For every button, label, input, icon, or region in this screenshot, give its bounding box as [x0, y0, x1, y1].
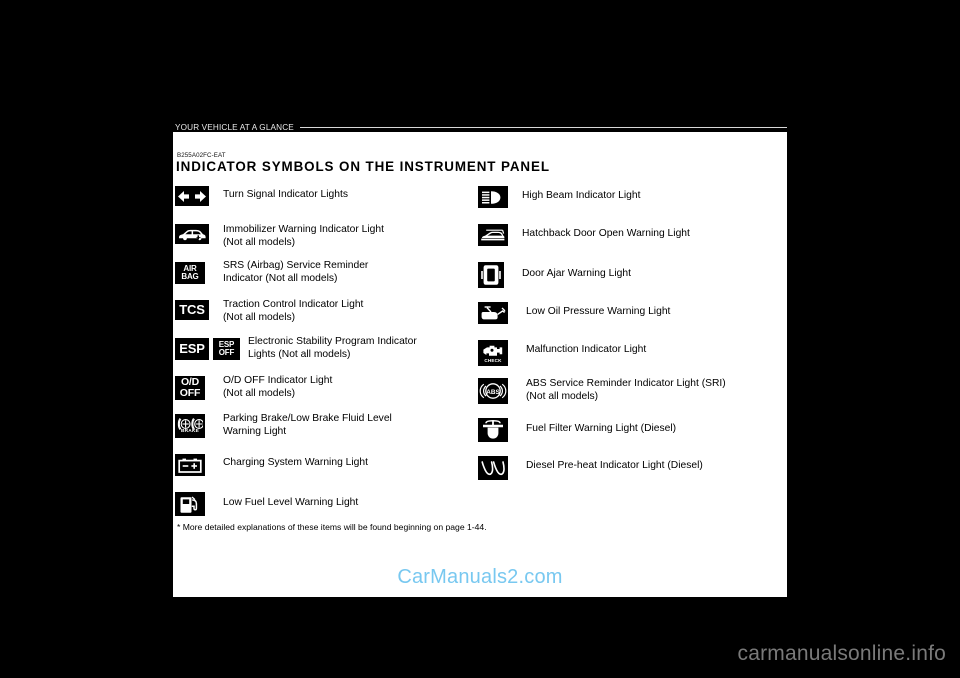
list-item: Door Ajar Warning Light — [478, 262, 631, 288]
list-item-label: High Beam Indicator Light — [522, 190, 641, 201]
list-item: High Beam Indicator Light — [478, 186, 640, 208]
icon-group — [478, 302, 508, 324]
esp-text-icon: ESP — [175, 338, 209, 360]
running-header-rule — [299, 127, 787, 128]
high-beam-icon — [478, 186, 508, 208]
abs-icon: ABS — [478, 378, 508, 404]
list-item: Immobilizer Warning Indicator Light (Not… — [175, 224, 384, 249]
section-code: B255A02FC-EAT — [177, 152, 226, 159]
list-item-label: O/D OFF Indicator Light (Not all models) — [223, 375, 333, 399]
list-item-label: ABS Service Reminder Indicator Light (SR… — [526, 378, 726, 402]
list-item-label: Low Fuel Level Warning Light — [223, 497, 359, 508]
icon-group — [175, 492, 205, 516]
watermark-carmanualsonline: carmanualsonline.info — [737, 642, 946, 665]
fuel-pump-icon — [175, 492, 205, 516]
list-item-label: Malfunction Indicator Light — [526, 344, 647, 355]
turn-signal-arrows-icon — [175, 186, 209, 206]
list-item: Diesel Pre-heat Indicator Light (Diesel) — [478, 456, 703, 480]
esp-off-line-2: OFF — [218, 348, 235, 357]
list-item: Charging System Warning Light — [175, 454, 368, 476]
watermark-carmanuals2: CarManuals2.com — [397, 566, 563, 588]
hatchback-door-open-icon — [478, 224, 508, 246]
icon-group — [175, 186, 209, 206]
screenshot-root: YOUR VEHICLE AT A GLANCE B255A02FC-EAT I… — [0, 0, 960, 678]
footnote-text: * More detailed explanations of these it… — [177, 522, 487, 532]
list-item-label: Charging System Warning Light — [223, 457, 368, 468]
icon-group — [478, 186, 508, 208]
icon-group — [175, 224, 209, 244]
icon-group — [478, 262, 504, 288]
list-item-label: Door Ajar Warning Light — [522, 268, 631, 279]
list-item: TCS Traction Control Indicator Light (No… — [175, 299, 364, 324]
door-ajar-icon — [478, 262, 504, 288]
od-off-text-icon: O/D OFF — [175, 376, 205, 400]
abs-inner-label: ABS — [486, 389, 500, 396]
list-item: Hatchback Door Open Warning Light — [478, 224, 690, 246]
list-item: Low Oil Pressure Warning Light — [478, 302, 670, 324]
brake-label: BRAKE — [180, 429, 200, 435]
icon-group: CHECK — [478, 340, 508, 366]
list-item: ABS ABS Service Reminder Indicator Light… — [478, 378, 726, 404]
list-item: Fuel Filter Warning Light (Diesel) — [478, 418, 676, 442]
list-item: CHECK Malfunction Indicator Light — [478, 340, 646, 366]
oil-can-icon — [478, 302, 508, 324]
list-item-label: Electronic Stability Program Indicator L… — [248, 336, 417, 360]
list-item: BRAKE Parking Brake/Low Brake Fluid Leve… — [175, 413, 392, 438]
icon-group — [478, 418, 508, 442]
parking-brake-icon: BRAKE — [175, 414, 205, 438]
list-item-label: Low Oil Pressure Warning Light — [526, 306, 671, 317]
list-item-label: Traction Control Indicator Light (Not al… — [223, 299, 364, 323]
page-title: INDICATOR SYMBOLS ON THE INSTRUMENT PANE… — [176, 159, 550, 174]
tcs-label: TCS — [179, 302, 205, 318]
icon-group — [175, 454, 205, 476]
list-item: ESP ESP OFF Electronic Stability Program… — [175, 336, 417, 361]
icon-group: TCS — [175, 300, 209, 320]
tcs-text-icon: TCS — [175, 300, 209, 320]
list-item-label: Diesel Pre-heat Indicator Light (Diesel) — [526, 460, 703, 471]
immobilizer-car-icon — [175, 224, 209, 244]
icon-group: ESP ESP OFF — [175, 338, 240, 360]
list-item-label: SRS (Airbag) Service Reminder Indicator … — [223, 260, 369, 284]
airbag-line-2: BAG — [181, 272, 199, 281]
icon-group: O/D OFF — [175, 376, 205, 400]
list-item: O/D OFF O/D OFF Indicator Light (Not all… — [175, 375, 333, 400]
esp-label: ESP — [179, 341, 205, 357]
list-item: Turn Signal Indicator Lights — [175, 186, 348, 206]
list-item-label: Turn Signal Indicator Lights — [223, 189, 348, 200]
check-label: CHECK — [484, 358, 502, 364]
running-header-text: YOUR VEHICLE AT A GLANCE — [175, 122, 294, 132]
icon-group: ABS — [478, 378, 508, 404]
icon-group: AIR BAG — [175, 262, 205, 284]
list-item: AIR BAG SRS (Airbag) Service Reminder In… — [175, 260, 369, 285]
icon-group: BRAKE — [175, 414, 205, 438]
diesel-preheat-coil-icon — [478, 456, 508, 480]
icon-group — [478, 456, 508, 480]
list-item: Low Fuel Level Warning Light — [175, 492, 358, 516]
od-off-line-2: OFF — [179, 387, 201, 399]
fuel-filter-icon — [478, 418, 508, 442]
list-item-label: Parking Brake/Low Brake Fluid Level Warn… — [223, 413, 392, 437]
air-bag-text-icon: AIR BAG — [175, 262, 205, 284]
list-item-label: Immobilizer Warning Indicator Light (Not… — [223, 224, 384, 248]
list-item-label: Hatchback Door Open Warning Light — [522, 228, 690, 239]
icon-group — [478, 224, 508, 246]
check-engine-icon: CHECK — [478, 340, 508, 366]
list-item-label: Fuel Filter Warning Light (Diesel) — [526, 423, 677, 434]
battery-charging-icon — [175, 454, 205, 476]
manual-page: B255A02FC-EAT INDICATOR SYMBOLS ON THE I… — [173, 132, 787, 597]
esp-off-text-icon: ESP OFF — [213, 338, 240, 360]
